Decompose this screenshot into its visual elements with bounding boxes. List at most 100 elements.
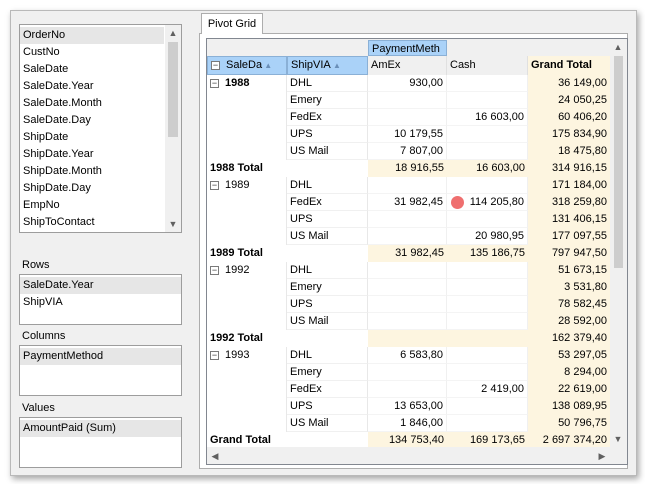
row-header-year[interactable] xyxy=(207,109,287,126)
row-header-year[interactable] xyxy=(207,313,287,330)
row-header-year[interactable]: −1989 xyxy=(207,177,287,194)
row-header-year[interactable]: −1988 xyxy=(207,75,287,92)
cash-cell[interactable] xyxy=(447,75,528,92)
subtotal-amex-cell[interactable]: 18 916,55 xyxy=(368,160,447,177)
grid-vertical-scrollbar[interactable]: ▲ ▼ xyxy=(610,39,627,447)
grand-total-cell[interactable]: 8 294,00 xyxy=(528,364,610,381)
rows-field-1[interactable]: SaleDate.Year xyxy=(20,277,181,294)
row-header-shipvia[interactable]: US Mail xyxy=(287,415,368,432)
collapse-all-icon[interactable]: − xyxy=(211,60,220,70)
column-header-amex[interactable]: AmEx xyxy=(368,56,447,75)
cash-cell[interactable] xyxy=(447,177,528,194)
column-field-button-payment[interactable]: PaymentMeth xyxy=(368,40,447,56)
field-list-item[interactable]: OrderNo xyxy=(20,27,164,44)
amex-cell[interactable] xyxy=(368,228,447,245)
grand-total-cell[interactable]: 60 406,20 xyxy=(528,109,610,126)
row-header-shipvia[interactable]: FedEx xyxy=(287,194,368,211)
subtotal-grand-total-cell[interactable]: 797 947,50 xyxy=(528,245,610,262)
grand-total-cell[interactable]: 78 582,45 xyxy=(528,296,610,313)
row-header-year[interactable] xyxy=(207,228,287,245)
values-area[interactable]: AmountPaid (Sum) xyxy=(19,417,182,468)
cash-cell[interactable] xyxy=(447,415,528,432)
grand-total-cell[interactable]: 36 149,00 xyxy=(528,75,610,92)
grand-total-cell[interactable]: 175 834,90 xyxy=(528,126,610,143)
row-header-shipvia[interactable]: US Mail xyxy=(287,313,368,330)
row-header-shipvia[interactable]: UPS xyxy=(287,296,368,313)
amex-cell[interactable] xyxy=(368,92,447,109)
row-header-year[interactable] xyxy=(207,92,287,109)
row-field-button-shipvia[interactable]: ShipVIA ▲ xyxy=(287,56,368,75)
cash-cell[interactable] xyxy=(447,364,528,381)
field-list-item[interactable]: SaleDate.Day xyxy=(20,112,164,129)
row-header-shipvia[interactable]: UPS xyxy=(287,211,368,228)
subtotal-cash-cell[interactable] xyxy=(447,330,528,347)
grid-horizontal-scrollbar[interactable]: ◀ ▶ xyxy=(207,447,610,464)
scroll-thumb[interactable] xyxy=(168,42,178,137)
column-header-cash[interactable]: Cash xyxy=(447,56,528,75)
grand-total-cell[interactable]: 131 406,15 xyxy=(528,211,610,228)
field-list[interactable]: OrderNo CustNo SaleDate SaleDate.Year SaleDa… xyxy=(19,24,182,233)
amex-cell[interactable] xyxy=(368,296,447,313)
sort-ascending-icon[interactable]: ▲ xyxy=(262,61,272,70)
amex-cell[interactable]: 1 846,00 xyxy=(368,415,447,432)
scroll-up-icon[interactable]: ▲ xyxy=(610,39,626,55)
field-list-item[interactable]: ShipDate xyxy=(20,129,164,146)
grand-total-cell[interactable]: 177 097,55 xyxy=(528,228,610,245)
row-header-shipvia[interactable]: FedEx xyxy=(287,109,368,126)
grand-total-cell[interactable]: 22 619,00 xyxy=(528,381,610,398)
cash-cell[interactable] xyxy=(447,398,528,415)
grand-total-cell[interactable]: 18 475,80 xyxy=(528,143,610,160)
scroll-right-icon[interactable]: ▶ xyxy=(594,448,610,464)
row-header-year[interactable] xyxy=(207,211,287,228)
row-header-shipvia[interactable]: US Mail xyxy=(287,143,368,160)
field-list-item[interactable]: SaleDate.Year xyxy=(20,78,164,95)
scroll-up-icon[interactable]: ▲ xyxy=(165,25,181,41)
amex-cell[interactable] xyxy=(368,177,447,194)
subtotal-amex-cell[interactable]: 31 982,45 xyxy=(368,245,447,262)
row-header-shipvia[interactable]: Emery xyxy=(287,92,368,109)
row-header-shipvia[interactable]: DHL xyxy=(287,177,368,194)
field-list-item[interactable]: ShipDate.Month xyxy=(20,163,164,180)
cash-cell[interactable] xyxy=(447,143,528,160)
subtotal-grand-total-cell[interactable]: 162 379,40 xyxy=(528,330,610,347)
amex-cell[interactable] xyxy=(368,313,447,330)
row-header-shipvia[interactable]: UPS xyxy=(287,398,368,415)
cash-cell[interactable]: 2 419,00 xyxy=(447,381,528,398)
row-header-year[interactable]: −1992 xyxy=(207,262,287,279)
collapse-icon[interactable]: − xyxy=(210,350,219,360)
amex-cell[interactable]: 10 179,55 xyxy=(368,126,447,143)
row-header-year[interactable] xyxy=(207,364,287,381)
cash-cell[interactable]: 16 603,00 xyxy=(447,109,528,126)
grid-scroll-thumb[interactable] xyxy=(614,56,623,268)
cash-cell[interactable] xyxy=(447,211,528,228)
grand-total-cell[interactable]: 318 259,80 xyxy=(528,194,610,211)
cash-cell[interactable] xyxy=(447,126,528,143)
grand-total-cell[interactable]: 28 592,00 xyxy=(528,313,610,330)
cash-cell[interactable] xyxy=(447,347,528,364)
amex-cell[interactable]: 6 583,80 xyxy=(368,347,447,364)
subtotal-amex-cell[interactable] xyxy=(368,330,447,347)
amex-cell[interactable] xyxy=(368,381,447,398)
row-header-year[interactable] xyxy=(207,279,287,296)
row-header-shipvia[interactable]: Emery xyxy=(287,279,368,296)
columns-area[interactable]: PaymentMethod xyxy=(19,345,182,396)
amex-cell[interactable]: 31 982,45 xyxy=(368,194,447,211)
row-header-year[interactable] xyxy=(207,415,287,432)
grand-total-cell[interactable]: 53 297,05 xyxy=(528,347,610,364)
grand-total-cell[interactable]: 3 531,80 xyxy=(528,279,610,296)
row-header-shipvia[interactable]: DHL xyxy=(287,75,368,92)
scroll-left-icon[interactable]: ◀ xyxy=(207,448,223,464)
row-header-year[interactable] xyxy=(207,126,287,143)
values-field-1[interactable]: AmountPaid (Sum) xyxy=(20,420,181,437)
row-header-shipvia[interactable]: DHL xyxy=(287,347,368,364)
cash-cell[interactable] xyxy=(447,262,528,279)
field-list-item[interactable]: EmpNo xyxy=(20,197,164,214)
cash-cell[interactable] xyxy=(447,279,528,296)
subtotal-cash-cell[interactable]: 135 186,75 xyxy=(447,245,528,262)
amex-cell[interactable]: 13 653,00 xyxy=(368,398,447,415)
rows-area[interactable]: SaleDate.Year ShipVIA xyxy=(19,274,182,325)
row-header-shipvia[interactable]: UPS xyxy=(287,126,368,143)
row-header-year[interactable] xyxy=(207,143,287,160)
rows-field-2[interactable]: ShipVIA xyxy=(20,294,181,311)
subtotal-grand-total-cell[interactable]: 314 916,15 xyxy=(528,160,610,177)
